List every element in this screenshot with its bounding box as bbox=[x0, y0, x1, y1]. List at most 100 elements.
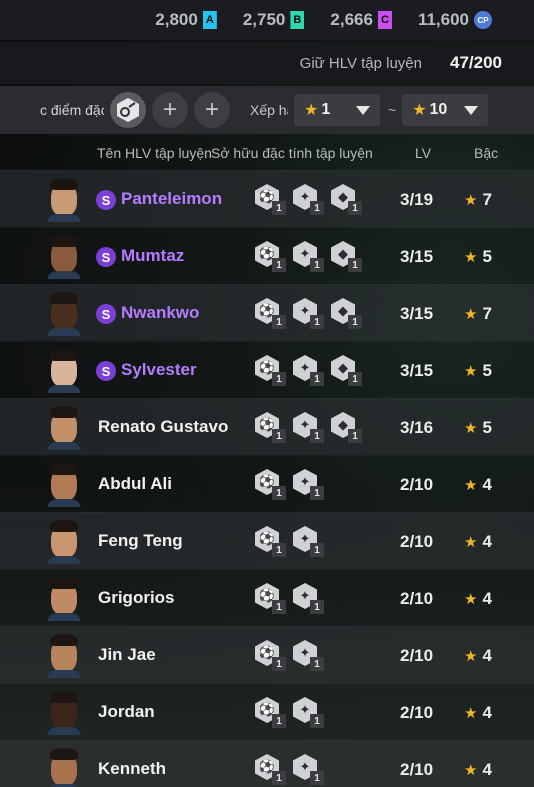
table-row[interactable]: S Nwankwo ⚽ 1 ✦ 1 ◆ 1 3/15 ★ 7 bbox=[0, 284, 534, 341]
trait-list: ⚽ 1 ✦ 1 bbox=[255, 640, 324, 671]
coach-level: 3/16 bbox=[400, 418, 434, 437]
training-trait-icon[interactable]: ✦ 1 bbox=[293, 412, 324, 443]
plus-icon: + bbox=[204, 96, 219, 123]
training-trait-icon[interactable]: ✦ 1 bbox=[293, 184, 324, 215]
training-trait-icon[interactable]: ⚽ 1 bbox=[255, 355, 286, 386]
coach-rank: ★ 4 bbox=[464, 760, 492, 780]
star-icon: ★ bbox=[304, 102, 319, 119]
coach-level: 2/10 bbox=[400, 532, 434, 551]
table-row[interactable]: S Mumtaz ⚽ 1 ✦ 1 ◆ 1 3/15 ★ 5 bbox=[0, 227, 534, 284]
star-icon: ★ bbox=[464, 648, 478, 665]
star-icon: ★ bbox=[464, 534, 478, 551]
training-trait-icon[interactable]: ⚽ 1 bbox=[255, 583, 286, 614]
training-trait-icon[interactable]: ⚽ 1 bbox=[255, 298, 286, 329]
trait-level: 1 bbox=[310, 429, 324, 443]
rank-min-dropdown[interactable]: ★ 1 bbox=[294, 94, 380, 126]
coach-level: 2/10 bbox=[400, 760, 434, 779]
coach-level: 2/10 bbox=[400, 475, 434, 494]
header-traits[interactable]: Sở hữu đặc tính tập luyện bbox=[211, 145, 373, 161]
training-trait-icon[interactable]: ⚽ 1 bbox=[255, 241, 286, 272]
training-trait-icon[interactable]: ✦ 1 bbox=[293, 583, 324, 614]
star-icon: ★ bbox=[464, 306, 478, 323]
table-row[interactable]: Abdul Ali ⚽ 1 ✦ 1 2/10 ★ 4 bbox=[0, 455, 534, 512]
coach-avatar bbox=[45, 290, 83, 336]
training-trait-icon[interactable]: ⚽ 1 bbox=[255, 469, 286, 500]
coach-level: 3/15 bbox=[400, 247, 434, 266]
coach-rank: ★ 4 bbox=[464, 703, 492, 723]
trait-list: ⚽ 1 ✦ 1 bbox=[255, 526, 324, 557]
table-row[interactable]: S Panteleimon ⚽ 1 ✦ 1 ◆ 1 3/19 ★ 7 bbox=[0, 170, 534, 227]
training-trait-icon[interactable]: ⚽ 1 bbox=[255, 754, 286, 785]
table-row[interactable]: Renato Gustavo ⚽ 1 ✦ 1 ◆ 1 3/16 ★ 5 bbox=[0, 398, 534, 455]
trait-level: 1 bbox=[272, 543, 286, 557]
training-trait-icon[interactable]: ✦ 1 bbox=[293, 526, 324, 557]
table-row[interactable]: Kenneth ⚽ 1 ✦ 1 2/10 ★ 4 bbox=[0, 740, 534, 787]
header-name[interactable]: Tên HLV tập luyện bbox=[97, 145, 212, 161]
star-icon: ★ bbox=[464, 420, 478, 437]
table-row[interactable]: Jin Jae ⚽ 1 ✦ 1 2/10 ★ 4 bbox=[0, 626, 534, 683]
training-trait-icon[interactable]: ◆ 1 bbox=[331, 298, 362, 329]
coach-level: 3/19 bbox=[400, 190, 434, 209]
trait-level: 1 bbox=[310, 372, 324, 386]
table-row[interactable]: Jordan ⚽ 1 ✦ 1 2/10 ★ 4 bbox=[0, 683, 534, 740]
coach-name: Panteleimon bbox=[121, 189, 223, 208]
training-trait-icon[interactable]: ◆ 1 bbox=[331, 412, 362, 443]
chevron-down-icon bbox=[356, 105, 370, 115]
training-trait-icon[interactable]: ◆ 1 bbox=[331, 184, 362, 215]
header-rank[interactable]: Bậc bbox=[474, 145, 498, 161]
rank-range-separator: ~ bbox=[388, 102, 397, 118]
currency-c-icon: C bbox=[377, 11, 392, 29]
header-lv[interactable]: LV bbox=[415, 145, 431, 161]
trait-level: 1 bbox=[348, 315, 362, 329]
trait-level: 1 bbox=[348, 258, 362, 272]
trait-filter-slot-1[interactable] bbox=[110, 92, 146, 128]
coach-rank: ★ 4 bbox=[464, 589, 492, 609]
training-trait-icon[interactable]: ⚽ 1 bbox=[255, 697, 286, 728]
training-trait-icon[interactable]: ✦ 1 bbox=[293, 754, 324, 785]
training-trait-icon[interactable]: ⚽ 1 bbox=[255, 412, 286, 443]
table-row[interactable]: Grigorios ⚽ 1 ✦ 1 2/10 ★ 4 bbox=[0, 569, 534, 626]
trait-level: 1 bbox=[310, 771, 324, 785]
coach-rank: ★ 4 bbox=[464, 646, 492, 666]
trait-level: 1 bbox=[272, 486, 286, 500]
training-trait-icon[interactable]: ✦ 1 bbox=[293, 640, 324, 671]
trait-level: 1 bbox=[310, 315, 324, 329]
training-trait-icon[interactable]: ✦ 1 bbox=[293, 241, 324, 272]
trait-level: 1 bbox=[310, 201, 324, 215]
training-trait-icon[interactable]: ◆ 1 bbox=[331, 355, 362, 386]
training-trait-icon[interactable]: ✦ 1 bbox=[293, 469, 324, 500]
trait-list: ⚽ 1 ✦ 1 ◆ 1 bbox=[255, 298, 362, 329]
currency-b-amount: 2,750 bbox=[242, 10, 286, 29]
coach-name: Renato Gustavo bbox=[98, 417, 229, 436]
rank-max-dropdown[interactable]: ★ 10 bbox=[402, 94, 489, 126]
trait-filter-add-2[interactable]: + bbox=[194, 92, 230, 128]
trait-level: 1 bbox=[272, 315, 286, 329]
training-trait-icon[interactable]: ◆ 1 bbox=[331, 241, 362, 272]
plus-icon: + bbox=[162, 96, 177, 123]
star-icon: ★ bbox=[464, 249, 478, 266]
star-icon: ★ bbox=[464, 762, 478, 779]
coach-name: Jin Jae bbox=[98, 645, 156, 664]
trait-level: 1 bbox=[272, 258, 286, 272]
trait-level: 1 bbox=[310, 543, 324, 557]
currency-c-amount: 2,666 bbox=[330, 10, 373, 29]
rank-value: 4 bbox=[482, 532, 492, 551]
rank-filter-label: Xếp hạ bbox=[250, 102, 288, 118]
table-row[interactable]: S Sylvester ⚽ 1 ✦ 1 ◆ 1 3/15 ★ 5 bbox=[0, 341, 534, 398]
coach-rank: ★ 5 bbox=[464, 361, 492, 381]
currency-bar: 2,800 A 2,750 B 2,666 C 11,600 CP bbox=[0, 0, 534, 40]
coach-avatar bbox=[45, 518, 83, 564]
training-trait-icon[interactable]: ✦ 1 bbox=[293, 355, 324, 386]
training-trait-icon[interactable]: ✦ 1 bbox=[293, 697, 324, 728]
training-trait-icon[interactable]: ⚽ 1 bbox=[255, 526, 286, 557]
training-trait-icon[interactable]: ⚽ 1 bbox=[255, 640, 286, 671]
coach-list: S Panteleimon ⚽ 1 ✦ 1 ◆ 1 3/19 ★ 7 S Mumtaz ⚽ 1 ✦ 1 ◆ 1 3/1… bbox=[0, 170, 534, 787]
training-trait-icon[interactable]: ⚽ 1 bbox=[255, 184, 286, 215]
training-trait-icon[interactable]: ✦ 1 bbox=[293, 298, 324, 329]
trait-filter-label: c điểm đặc bbox=[40, 102, 104, 118]
table-row[interactable]: Feng Teng ⚽ 1 ✦ 1 2/10 ★ 4 bbox=[0, 512, 534, 569]
trait-filter-add-1[interactable]: + bbox=[152, 92, 188, 128]
trait-level: 1 bbox=[272, 600, 286, 614]
currency-cp-amount: 11,600 bbox=[417, 10, 469, 29]
coach-name: Kenneth bbox=[98, 759, 166, 778]
